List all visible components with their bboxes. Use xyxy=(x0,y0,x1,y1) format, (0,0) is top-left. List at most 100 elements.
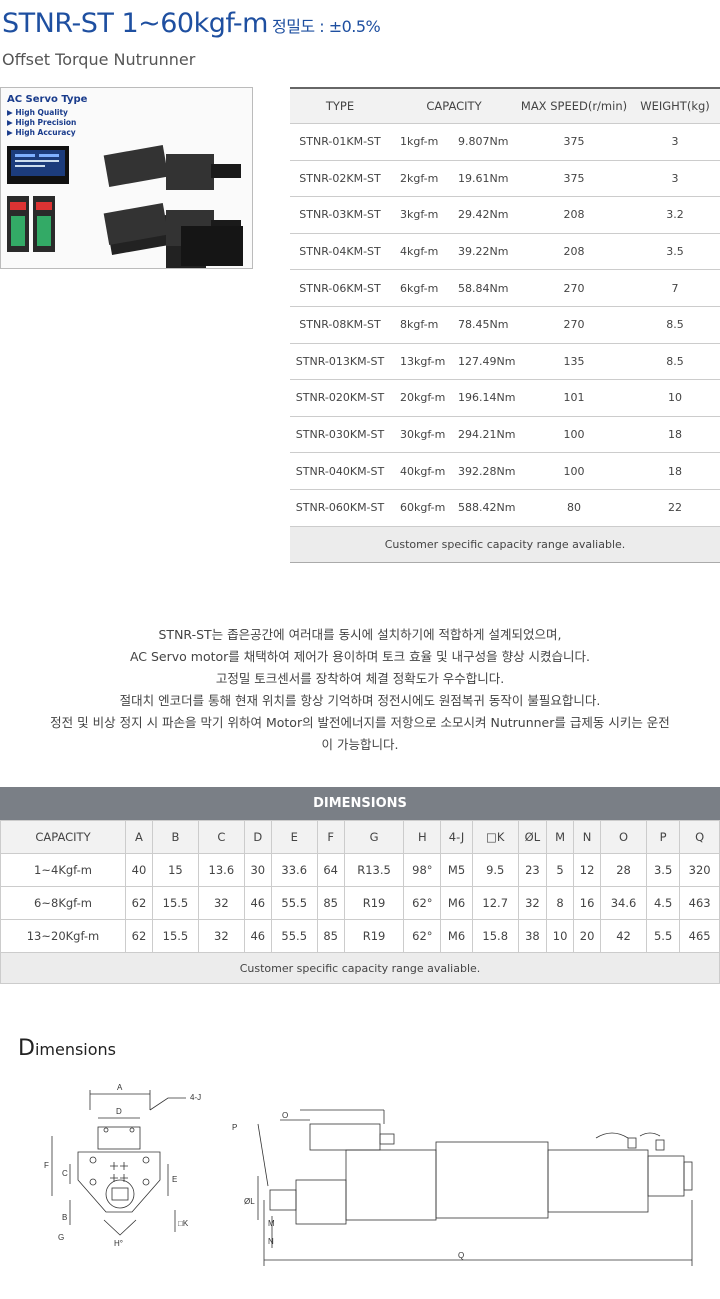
label-h: H° xyxy=(114,1239,123,1248)
dim-cell: 85 xyxy=(316,919,345,953)
dim-row: 6~8Kgf-m 62 15.5 32 46 55.5 85 R19 62° M6 12.7 32 8 1… xyxy=(0,886,720,920)
dim-cell: 463 xyxy=(679,886,720,920)
cell-weight: 8.5 xyxy=(630,343,720,381)
dim-cell: 32 xyxy=(197,886,245,920)
cell-speed: 208 xyxy=(518,233,630,271)
cell-capacity: 30kgf-m 294.21Nm xyxy=(390,416,518,454)
dim-cell: 98° xyxy=(403,853,442,887)
capacity-kgf: 6kgf-m xyxy=(400,281,439,295)
drawing-heading: Dimensions xyxy=(18,1036,117,1061)
cell-type: STNR-04KM-ST xyxy=(290,233,390,271)
dim-header-cell: H xyxy=(403,820,442,854)
dim-header-cell: O xyxy=(600,820,647,854)
dim-cell: 34.6 xyxy=(600,886,647,920)
capacity-nm: 58.84Nm xyxy=(458,281,509,295)
dim-cell: 465 xyxy=(679,919,720,953)
spec-row: STNR-02KM-ST 2kgf-m 19.61Nm 375 3 xyxy=(290,160,720,198)
capacity-kgf: 2kgf-m xyxy=(400,171,439,185)
dim-cell: 62° xyxy=(403,886,442,920)
cell-speed: 208 xyxy=(518,196,630,234)
cell-weight: 18 xyxy=(630,416,720,454)
spec-row: STNR-013KM-ST 13kgf-m 127.49Nm 135 8.5 xyxy=(290,343,720,381)
label-c: C xyxy=(62,1169,68,1178)
dim-header-cell: D xyxy=(243,820,272,854)
dim-cell: 62 xyxy=(125,919,153,953)
dim-cell: 16 xyxy=(573,886,602,920)
cell-weight: 22 xyxy=(630,489,720,527)
cell-capacity: 4kgf-m 39.22Nm xyxy=(390,233,518,271)
product-subtitle: Offset Torque Nutrunner xyxy=(2,50,196,69)
capacity-kgf: 4kgf-m xyxy=(400,245,439,259)
dim-cell: 12 xyxy=(573,853,602,887)
dim-cell: 46 xyxy=(243,919,272,953)
dim-note: Customer specific capacity range avaliab… xyxy=(0,952,720,984)
cell-capacity: 2kgf-m 19.61Nm xyxy=(390,160,518,198)
cell-speed: 135 xyxy=(518,343,630,381)
spec-table: TYPE CAPACITY MAX SPEED(r/min) WEIGHT(kg… xyxy=(290,87,720,564)
spec-note-row: Customer specific capacity range avaliab… xyxy=(290,526,720,564)
label-o: O xyxy=(282,1111,288,1120)
spec-row: STNR-06KM-ST 6kgf-m 58.84Nm 270 7 xyxy=(290,269,720,307)
dim-note-row: Customer specific capacity range avaliab… xyxy=(0,952,720,984)
dim-cell: 15 xyxy=(151,853,199,887)
dim-header-cell: F xyxy=(316,820,345,854)
header-type: TYPE xyxy=(290,87,390,124)
capacity-kgf: 1kgf-m xyxy=(400,135,439,149)
cell-capacity: 20kgf-m 196.14Nm xyxy=(390,379,518,417)
label-b: B xyxy=(62,1213,67,1222)
dim-cell: 64 xyxy=(316,853,345,887)
dim-cell: 62° xyxy=(403,919,442,953)
description-line: 절대치 엔코더를 통해 현재 위치를 항상 기억하며 정전시에도 원점복귀 동작… xyxy=(119,693,601,708)
dim-row: 13~20Kgf-m 62 15.5 32 46 55.5 85 R19 62° M6 15.8 38… xyxy=(0,919,720,953)
spec-row: STNR-08KM-ST 8kgf-m 78.45Nm 270 8.5 xyxy=(290,306,720,344)
capacity-nm: 196.14Nm xyxy=(458,391,516,405)
header-max-speed: MAX SPEED(r/min) xyxy=(518,87,630,124)
cell-speed: 270 xyxy=(518,306,630,344)
capacity-kgf: 30kgf-m xyxy=(400,428,446,442)
dim-cell: 15.5 xyxy=(151,886,199,920)
cell-type: STNR-01KM-ST xyxy=(290,123,390,161)
cell-speed: 270 xyxy=(518,269,630,307)
dim-cell: 12.7 xyxy=(471,886,519,920)
dim-cell: 3.5 xyxy=(645,853,681,887)
label-n: N xyxy=(268,1237,274,1246)
cell-type: STNR-03KM-ST xyxy=(290,196,390,234)
precision-label: 정밀도 : ±0.5% xyxy=(271,17,381,36)
capacity-kgf: 13kgf-m xyxy=(400,354,446,368)
dim-cell: 6~8Kgf-m xyxy=(0,886,126,920)
dim-cell: 30 xyxy=(243,853,272,887)
dimensions-table: CAPACITY A B C D E F G H 4-J □K ØL M N O P Q 1~4Kgf-m 40 1… xyxy=(0,820,720,984)
dim-header-cell: M xyxy=(546,820,575,854)
dim-cell: 28 xyxy=(600,853,647,887)
dim-header-cell: G xyxy=(343,820,405,854)
cell-type: STNR-02KM-ST xyxy=(290,160,390,198)
cell-speed: 100 xyxy=(518,416,630,454)
dim-cell: 33.6 xyxy=(270,853,318,887)
dim-cell: 5 xyxy=(546,853,575,887)
dim-cell: 15.8 xyxy=(471,919,519,953)
capacity-kgf: 20kgf-m xyxy=(400,391,446,405)
cell-capacity: 13kgf-m 127.49Nm xyxy=(390,343,518,381)
dim-cell: 10 xyxy=(546,919,575,953)
dim-cell: 42 xyxy=(600,919,647,953)
cell-speed: 375 xyxy=(518,160,630,198)
cell-weight: 3.2 xyxy=(630,196,720,234)
dimensions-title-bar: DIMENSIONS xyxy=(0,787,720,820)
dim-cell: 9.5 xyxy=(471,853,519,887)
label-l: ØL xyxy=(244,1197,255,1206)
cell-capacity: 1kgf-m 9.807Nm xyxy=(390,123,518,161)
cell-speed: 101 xyxy=(518,379,630,417)
cell-type: STNR-013KM-ST xyxy=(290,343,390,381)
label-4j: 4-J xyxy=(190,1093,201,1102)
spec-row: STNR-030KM-ST 30kgf-m 294.21Nm 100 18 xyxy=(290,416,720,454)
dim-header-cell: C xyxy=(197,820,245,854)
cell-capacity: 60kgf-m 588.42Nm xyxy=(390,489,518,527)
dim-row: 1~4Kgf-m 40 15 13.6 30 33.6 64 R13.5 98° M5 9.5 23 5… xyxy=(0,853,720,887)
product-image: AC Servo Type ▶ High Quality ▶ High Prec… xyxy=(0,87,253,269)
cell-capacity: 3kgf-m 29.42Nm xyxy=(390,196,518,234)
header-weight: WEIGHT(kg) xyxy=(630,87,720,124)
capacity-nm: 9.807Nm xyxy=(458,135,509,149)
dimensions-header-row: CAPACITY A B C D E F G H 4-J □K ØL M N O P Q xyxy=(0,820,720,854)
label-q: Q xyxy=(458,1251,464,1260)
spec-row: STNR-04KM-ST 4kgf-m 39.22Nm 208 3.5 xyxy=(290,233,720,271)
